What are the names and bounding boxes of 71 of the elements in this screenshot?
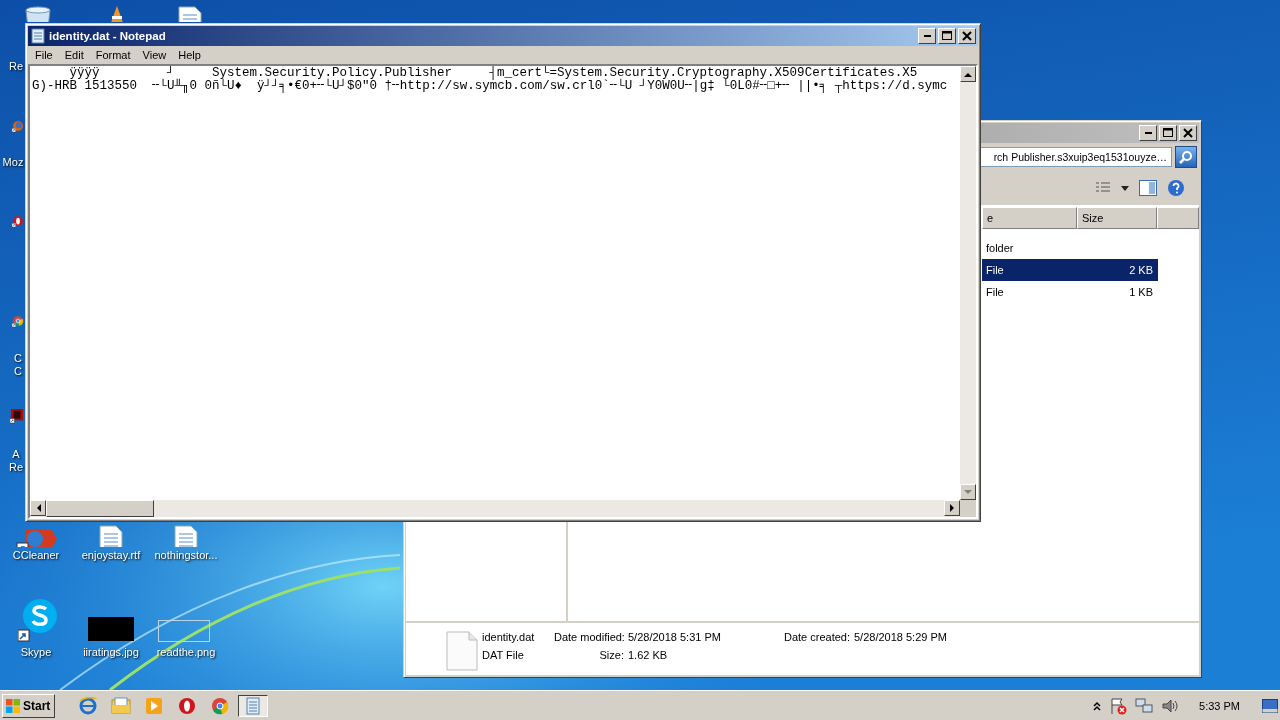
image-thumbnail-icon[interactable] [88,617,134,641]
file-row[interactable]: folder [982,237,1158,259]
menu-item[interactable]: View [136,49,173,61]
left-arrow-icon [35,504,41,512]
menu-item[interactable]: File [29,49,59,61]
start-button[interactable]: Start [2,693,56,718]
menu-item[interactable]: Format [89,49,137,61]
size-grip[interactable] [960,500,976,517]
flag-icon[interactable] [1109,696,1128,715]
icon-label: Re [8,461,24,473]
minimize-icon [923,35,931,37]
scroll-down-button[interactable] [960,484,976,500]
close-button[interactable] [1179,125,1197,141]
up-arrow-icon [964,71,972,77]
icon-label: nothingstor... [154,549,218,561]
maximize-icon [939,29,955,43]
file-type: DAT File [482,649,525,663]
icon-label: Skype [20,646,52,658]
chevron-up-icon[interactable] [1093,700,1102,711]
minimize-button[interactable] [918,28,936,44]
file-row[interactable]: File 1 KB [982,281,1158,303]
icon-label: CCleaner [12,549,60,561]
scroll-left-button[interactable] [30,500,46,516]
menu-item[interactable]: Edit [58,49,90,61]
menu-item[interactable]: Help [172,49,207,61]
windows-logo-icon [5,697,21,714]
notepad-taskbar-button[interactable] [238,694,269,717]
scroll-right-button[interactable] [944,500,960,516]
address-field[interactable]: rch Publisher.s3xuip3eq1531ouyze… [980,147,1172,167]
icon-label: C [14,365,22,377]
maximize-button[interactable] [938,28,956,44]
scroll-thumb[interactable] [46,500,154,517]
minimize-button[interactable] [1139,125,1157,141]
property-value: 1.62 KB [628,649,669,663]
property-label: Date created: [782,631,850,645]
icon-label: Re [8,60,24,72]
property-value: 5/28/2018 5:31 PM [628,631,722,645]
skype-icon[interactable] [18,598,58,642]
property-label: Size: [598,649,624,663]
notepad-icon [30,28,46,44]
scroll-up-button[interactable] [960,66,976,82]
search-icon [1179,150,1193,164]
close-icon [1180,126,1196,140]
window-title: identity.dat - Notepad [49,30,167,42]
empty-thumbnail-icon[interactable] [158,620,210,642]
preview-pane-icon[interactable] [1139,180,1157,196]
icon-label: A [12,448,20,460]
file-icon [446,631,478,671]
search-button[interactable] [1175,146,1197,168]
close-button[interactable] [958,28,976,44]
right-arrow-icon [949,504,955,512]
column-header[interactable]: Size [1077,207,1157,229]
close-icon [959,29,975,43]
property-label: Date modified: [554,631,624,645]
column-header[interactable]: e [982,207,1077,229]
down-arrow-icon [964,489,972,495]
icon-label: Moz [2,156,24,168]
property-value: 5/28/2018 5:29 PM [854,631,948,645]
file-name: identity.dat [482,631,536,645]
help-icon[interactable] [1167,179,1185,197]
icon-label: C [14,352,22,364]
clock[interactable]: 5:33 PM [1199,699,1240,712]
minimize-icon [1144,132,1152,134]
maximize-button[interactable] [1159,125,1177,141]
dropdown-icon[interactable] [1121,185,1129,191]
maximize-icon [1160,126,1176,140]
icon-label: enjoystay.rtf [81,549,141,561]
file-row[interactable]: File 2 KB [982,259,1158,281]
network-icon[interactable] [1135,696,1154,715]
icon-label: iiratings.jpg [83,646,139,658]
show-desktop-icon[interactable] [1262,698,1278,713]
